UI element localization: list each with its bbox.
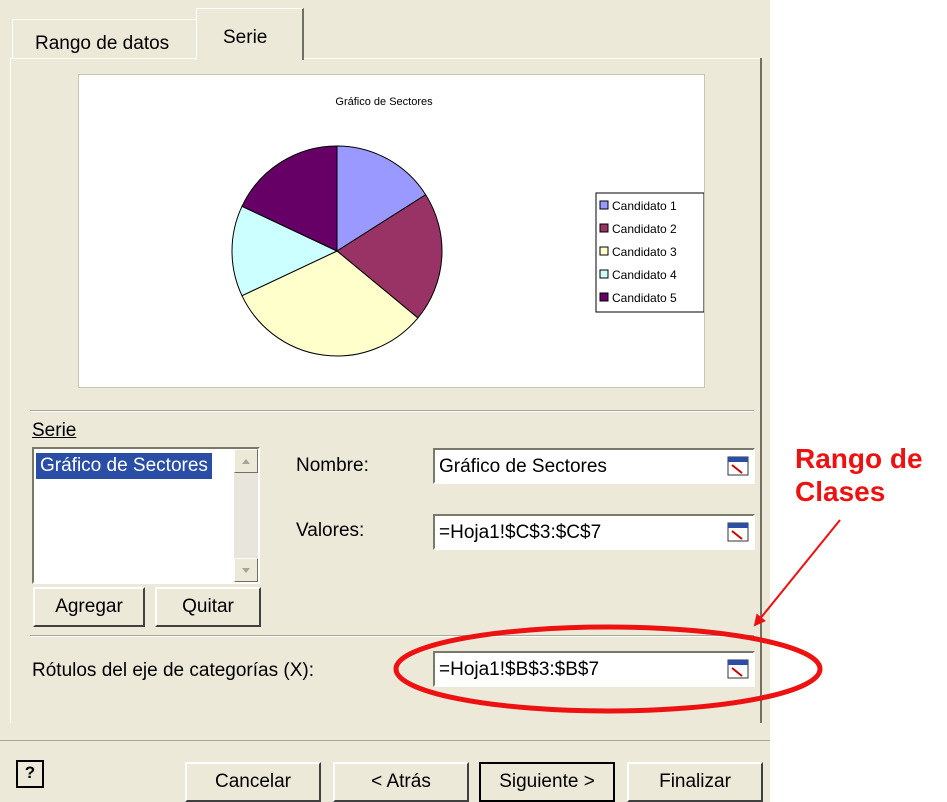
annotation-arrow [753, 519, 841, 627]
annotation-overlay [393, 519, 841, 714]
tab-serie[interactable]: Serie [196, 8, 304, 60]
tab-label: Serie [223, 27, 268, 48]
annotation-ellipse [393, 624, 823, 714]
